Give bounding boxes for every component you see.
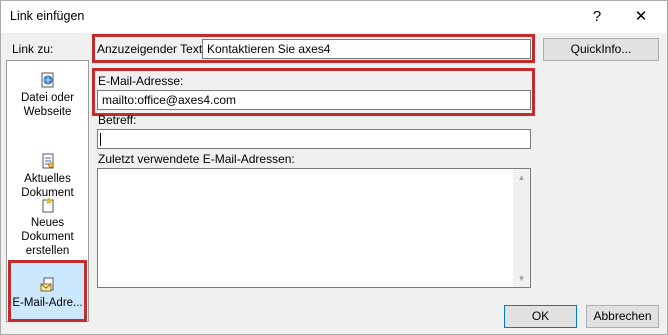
email-icon <box>40 277 53 292</box>
cancel-button[interactable]: Abbrechen <box>586 305 659 328</box>
place-label: Aktuelles <box>24 173 71 185</box>
place-label: Dokument <box>21 231 74 243</box>
quickinfo-button[interactable]: QuickInfo... <box>543 38 659 61</box>
email-address-input[interactable]: mailto:office@axes4.com <box>97 90 531 110</box>
place-label: E-Mail-Adre... <box>12 297 83 309</box>
link-to-new-document[interactable]: Neues Dokument erstellen <box>7 197 88 267</box>
place-label: erstellen <box>25 245 70 257</box>
ok-button[interactable]: OK <box>504 305 577 328</box>
new-document-icon <box>42 197 53 213</box>
scroll-up-icon[interactable]: ▲ <box>513 169 530 186</box>
scroll-down-icon[interactable]: ▼ <box>513 270 530 287</box>
list-scrollbar[interactable]: ▲ ▼ <box>513 169 530 287</box>
subject-label: Betreff: <box>98 113 137 127</box>
text-cursor <box>100 133 101 146</box>
document-icon <box>42 153 54 169</box>
subject-input[interactable] <box>97 129 531 149</box>
recent-addresses-list[interactable]: ▲ ▼ <box>97 168 531 288</box>
email-address-label: E-Mail-Adresse: <box>98 74 184 88</box>
link-to-label: Link zu: <box>12 42 54 56</box>
title-bar: Link einfügen ? ✕ <box>1 1 667 33</box>
place-label: Neues <box>30 217 65 229</box>
place-label: Webseite <box>23 106 72 118</box>
close-button[interactable]: ✕ <box>629 5 653 29</box>
display-text-input[interactable]: Kontaktieren Sie axes4 <box>202 39 531 59</box>
recent-addresses-label: Zuletzt verwendete E-Mail-Adressen: <box>98 152 295 166</box>
place-label: Datei oder <box>20 92 75 104</box>
globe-page-icon <box>41 72 53 88</box>
link-to-panel: Datei oder Webseite Aktuelles Dokument N… <box>6 60 89 322</box>
insert-link-dialog: Link einfügen ? ✕ Link zu: Datei oder We… <box>0 0 668 335</box>
help-button[interactable]: ? <box>585 5 609 29</box>
link-to-file-or-webpage[interactable]: Datei oder Webseite <box>7 72 88 132</box>
window-title: Link einfügen <box>10 9 85 23</box>
display-text-label: Anzuzeigender Text: <box>97 42 206 56</box>
link-to-email-address[interactable]: E-Mail-Adre... <box>8 260 87 322</box>
